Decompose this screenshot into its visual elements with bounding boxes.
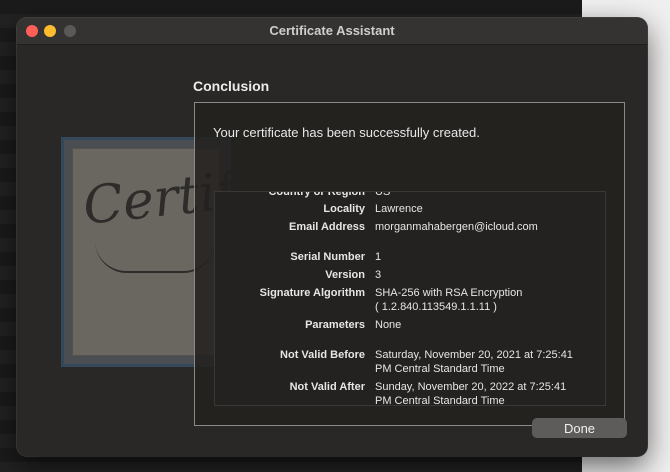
detail-value: ( 1.2.840.113549.1.1.11 ) — [375, 301, 497, 313]
detail-label: Parameters — [305, 319, 365, 331]
detail-value: PM Central Standard Time — [375, 363, 505, 375]
done-button[interactable]: Done — [532, 418, 627, 438]
certificate-assistant-window: Certificate Assistant Certif Conclusion … — [17, 18, 647, 456]
window-content: Certif Conclusion Your certificate has b… — [17, 45, 647, 456]
titlebar: Certificate Assistant — [17, 18, 647, 45]
page-title: Conclusion — [193, 78, 270, 94]
certificate-details-list[interactable]: Country or Region US Locality Lawrence E… — [214, 191, 606, 406]
detail-value: 3 — [375, 269, 382, 281]
detail-label: Signature Algorithm — [259, 287, 365, 299]
detail-label: Country or Region — [268, 191, 365, 198]
detail-value: Lawrence — [375, 203, 423, 215]
conclusion-panel: Your certificate has been successfully c… — [194, 102, 625, 426]
detail-label: Locality — [323, 203, 365, 215]
detail-label: Not Valid After — [289, 381, 365, 393]
detail-label: Email Address — [288, 221, 365, 233]
detail-value: morganmahabergen@icloud.com — [375, 221, 538, 233]
detail-value: 1 — [375, 251, 382, 263]
detail-label: Serial Number — [290, 251, 365, 263]
detail-value: US — [375, 191, 391, 198]
detail-label: Version — [325, 269, 365, 281]
detail-value: None — [375, 319, 402, 331]
detail-label: Not Valid Before — [280, 349, 365, 361]
success-message: Your certificate has been successfully c… — [213, 125, 480, 140]
window-title: Certificate Assistant — [269, 23, 395, 38]
detail-value: PM Central Standard Time — [375, 395, 505, 406]
